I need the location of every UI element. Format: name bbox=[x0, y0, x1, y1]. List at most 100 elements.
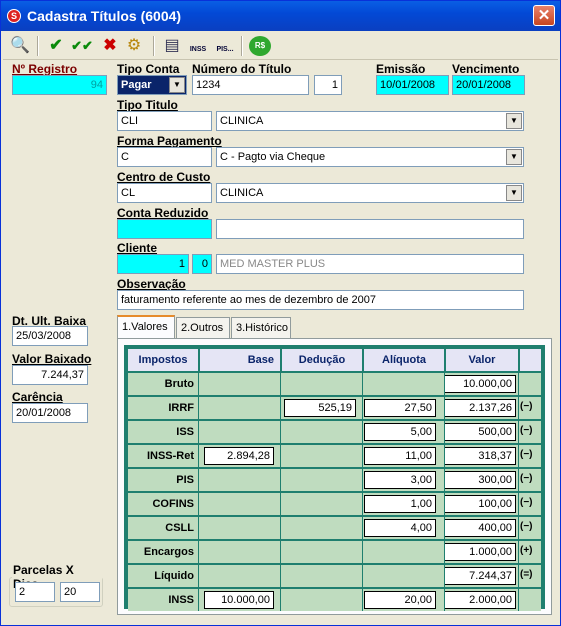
grid-sign: (−) bbox=[520, 521, 533, 532]
cliente-sub-field[interactable]: 0 bbox=[192, 254, 212, 274]
grid-row-l-quido: Líquido 7.244,37 (=) bbox=[128, 565, 541, 587]
tab-outros[interactable]: 2.Outros bbox=[176, 317, 230, 339]
forma-pagamento-select[interactable]: C - Pagto via Cheque ▼ bbox=[216, 147, 524, 167]
grid-sign: (+) bbox=[520, 545, 533, 556]
cancel-icon[interactable]: ✖ bbox=[99, 35, 121, 57]
dias-field[interactable]: 20 bbox=[60, 582, 100, 602]
nregistro-field[interactable]: 94 bbox=[12, 75, 107, 95]
grid-cell-valor[interactable]: 2.137,26 bbox=[444, 399, 516, 417]
grid-cell-aliquota[interactable]: 5,00 bbox=[364, 423, 436, 441]
grid-cell-aliquota[interactable]: 20,00 bbox=[364, 591, 436, 609]
grid-divider bbox=[518, 347, 519, 611]
pis-icon[interactable]: PIS... bbox=[213, 35, 237, 57]
rs-icon[interactable]: R$ bbox=[249, 36, 271, 56]
grid-cell-valor[interactable]: 400,00 bbox=[444, 519, 516, 537]
emissao-label: Emissão bbox=[376, 62, 426, 76]
grid-header-label[interactable]: Impostos bbox=[128, 349, 198, 371]
grid-cell-valor[interactable]: 1.000,00 bbox=[444, 543, 516, 561]
grid-header-deducao[interactable]: Dedução bbox=[282, 349, 362, 371]
conta-reduzido-desc-field[interactable] bbox=[216, 219, 524, 239]
grid-cell-valor[interactable]: 7.244,37 bbox=[444, 567, 516, 585]
numero-parcela-field[interactable]: 1 bbox=[314, 75, 342, 95]
grid-cell-valor[interactable]: 10.000,00 bbox=[444, 375, 516, 393]
numero-titulo-field[interactable]: 1234 bbox=[192, 75, 309, 95]
forma-pagamento-desc: C - Pagto via Cheque bbox=[220, 151, 326, 163]
centro-custo-code-field[interactable]: CL bbox=[117, 183, 212, 203]
confirm-icon[interactable]: ✔ bbox=[45, 35, 67, 57]
cliente-name-field[interactable]: MED MASTER PLUS bbox=[216, 254, 524, 274]
grid-row-iss: ISS 5,00 500,00 (−) bbox=[128, 421, 541, 443]
grid-cell-aliquota[interactable]: 1,00 bbox=[364, 495, 436, 513]
grid-cell-aliquota[interactable]: 3,00 bbox=[364, 471, 436, 489]
cliente-label: Cliente bbox=[117, 241, 158, 255]
centro-custo-desc: CLINICA bbox=[220, 187, 264, 199]
vencimento-field[interactable]: 20/01/2008 bbox=[452, 75, 525, 95]
nregistro-label: Nº Registro bbox=[12, 62, 78, 76]
centro-custo-label: Centro de Custo bbox=[117, 170, 211, 184]
app-icon: S bbox=[7, 9, 21, 23]
tipo-titulo-select[interactable]: CLINICA ▼ bbox=[216, 111, 524, 131]
grid-row-label: INSS-Ret bbox=[128, 445, 198, 467]
grid-cell-valor[interactable]: 500,00 bbox=[444, 423, 516, 441]
dt-ult-baixa-field[interactable]: 25/03/2008 bbox=[12, 326, 88, 346]
grid-header-valor[interactable]: Valor bbox=[446, 349, 518, 371]
grid-row-pis: PIS 3,00 300,00 (−) bbox=[128, 469, 541, 491]
grid-row-label: COFINS bbox=[128, 493, 198, 515]
confirm-all-icon[interactable]: ✔✔ bbox=[69, 35, 95, 57]
report-icon[interactable]: ▤ bbox=[161, 35, 183, 57]
grid-cell-valor[interactable]: 300,00 bbox=[444, 471, 516, 489]
chevron-down-icon: ▼ bbox=[169, 77, 185, 93]
centro-custo-select[interactable]: CLINICA ▼ bbox=[216, 183, 524, 203]
grid-row-label: CSLL bbox=[128, 517, 198, 539]
vencimento-label: Vencimento bbox=[452, 62, 520, 76]
grid-divider bbox=[198, 347, 199, 611]
grid-cell-deducao[interactable]: 525,19 bbox=[284, 399, 356, 417]
parcelas-field[interactable]: 2 bbox=[15, 582, 55, 602]
grid-sign: (=) bbox=[520, 569, 533, 580]
grid-cell-valor[interactable]: 100,00 bbox=[444, 495, 516, 513]
emissao-field[interactable]: 10/01/2008 bbox=[376, 75, 449, 95]
tab-historico[interactable]: 3.Histórico bbox=[231, 317, 291, 339]
grid-cell-aliquota[interactable]: 11,00 bbox=[364, 447, 436, 465]
tipo-titulo-code-field[interactable]: CLI bbox=[117, 111, 212, 131]
grid-header-aliquota[interactable]: Alíquota bbox=[364, 349, 444, 371]
grid-header-base[interactable]: Base bbox=[200, 349, 280, 371]
carencia-label: Carência bbox=[12, 390, 63, 404]
valor-baixado-field[interactable]: 7.244,37 bbox=[12, 365, 88, 385]
toolbar-separator bbox=[241, 36, 243, 56]
grid-divider bbox=[444, 347, 445, 611]
tipo-conta-label: Tipo Conta bbox=[117, 62, 180, 76]
grid-row-label: IRRF bbox=[128, 397, 198, 419]
observacao-field[interactable]: faturamento referente ao mes de dezembro… bbox=[117, 290, 524, 310]
grid-row-inss: INSS 10.000,00 20,00 2.000,00 bbox=[128, 589, 541, 611]
grid-sign: (−) bbox=[520, 449, 533, 460]
forma-pagamento-code-field[interactable]: C bbox=[117, 147, 212, 167]
grid-row-cofins: COFINS 1,00 100,00 (−) bbox=[128, 493, 541, 515]
search-icon[interactable]: 🔍 bbox=[9, 35, 31, 57]
grid-row-encargos: Encargos 1.000,00 (+) bbox=[128, 541, 541, 563]
grid-cell-aliquota[interactable]: 27,50 bbox=[364, 399, 436, 417]
grid-cell-base[interactable]: 2.894,28 bbox=[204, 447, 274, 465]
grid-sign: (−) bbox=[520, 497, 533, 508]
tool-icon[interactable]: ⚙ bbox=[123, 35, 145, 57]
tipo-titulo-desc: CLINICA bbox=[220, 115, 264, 127]
tipo-conta-select[interactable]: Pagar ▼ bbox=[117, 75, 187, 95]
tab-panel-valores: Impostos Base Dedução Alíquota Valor Bruto 10.… bbox=[117, 338, 552, 615]
inss-icon[interactable]: INSS bbox=[187, 35, 209, 57]
chevron-down-icon: ▼ bbox=[506, 113, 522, 129]
grid-cell-valor[interactable]: 318,37 bbox=[444, 447, 516, 465]
carencia-field[interactable]: 20/01/2008 bbox=[12, 403, 88, 423]
grid-sign: (−) bbox=[520, 473, 533, 484]
tab-valores[interactable]: 1.Valores bbox=[117, 315, 175, 339]
cliente-code-field[interactable]: 1 bbox=[117, 254, 189, 274]
grid-cell-valor[interactable]: 2.000,00 bbox=[444, 591, 516, 609]
grid-row-label: INSS bbox=[128, 589, 198, 611]
window: S Cadastra Títulos (6004) ✕ 🔍 ✔ ✔✔ ✖ ⚙ ▤… bbox=[0, 0, 561, 626]
conta-reduzido-code-field[interactable] bbox=[117, 219, 212, 239]
close-button[interactable]: ✕ bbox=[533, 5, 555, 26]
grid-cell-aliquota[interactable]: 4,00 bbox=[364, 519, 436, 537]
grid-cell-base[interactable]: 10.000,00 bbox=[204, 591, 274, 609]
tipo-conta-value: Pagar bbox=[121, 79, 152, 91]
observacao-label: Observação bbox=[117, 277, 186, 291]
grid-row-csll: CSLL 4,00 400,00 (−) bbox=[128, 517, 541, 539]
